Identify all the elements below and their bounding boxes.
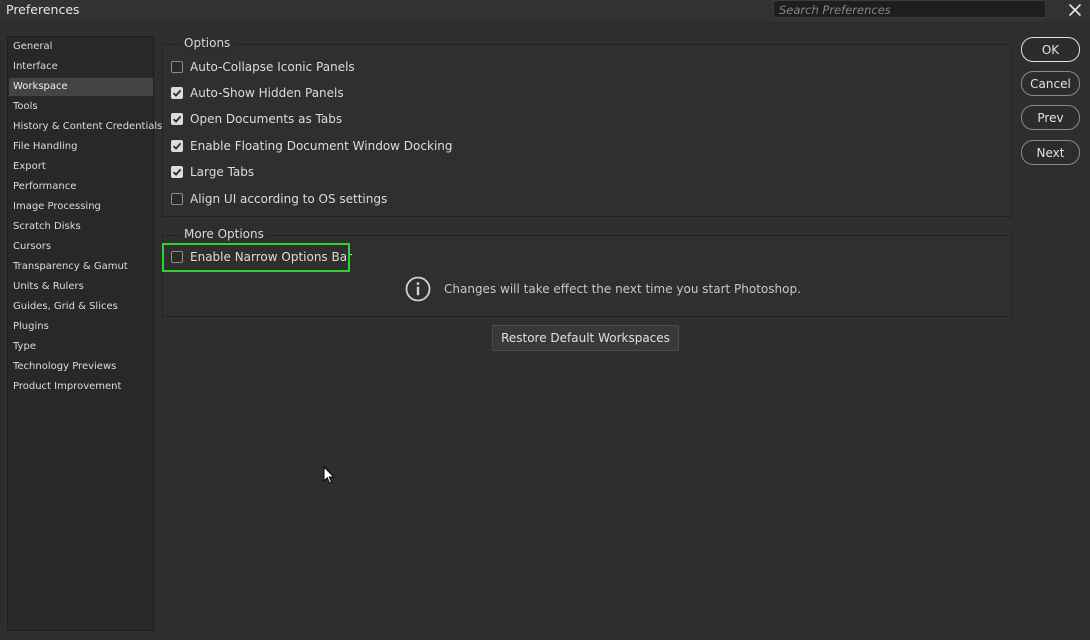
option-label: Large Tabs bbox=[190, 165, 255, 179]
sidebar-item-performance[interactable]: Performance bbox=[9, 178, 153, 196]
sidebar-item-type[interactable]: Type bbox=[9, 338, 153, 356]
sidebar-item-tools[interactable]: Tools bbox=[9, 98, 153, 116]
sidebar-item-product-improvement[interactable]: Product Improvement bbox=[9, 378, 153, 396]
enable-floating-document-window-docking-checkbox[interactable] bbox=[171, 140, 183, 152]
large-tabs-checkbox[interactable] bbox=[171, 166, 183, 178]
option-label: Auto-Collapse Iconic Panels bbox=[190, 60, 355, 74]
align-ui-os-settings-option[interactable]: Align UI according to OS settings bbox=[171, 190, 387, 208]
enable-floating-document-window-docking-option[interactable]: Enable Floating Document Window Docking bbox=[171, 137, 453, 155]
checkmark-icon bbox=[172, 115, 182, 123]
restore-default-workspaces-button[interactable]: Restore Default Workspaces bbox=[492, 325, 679, 351]
option-label: Align UI according to OS settings bbox=[190, 192, 388, 206]
sidebar-item-units-rulers[interactable]: Units & Rulers bbox=[9, 278, 153, 296]
title-bar: Preferences bbox=[0, 0, 1090, 22]
sidebar-item-interface[interactable]: Interface bbox=[9, 58, 153, 76]
auto-show-hidden-panels-option[interactable]: Auto-Show Hidden Panels bbox=[171, 84, 344, 102]
sidebar-item-export[interactable]: Export bbox=[9, 158, 153, 176]
sidebar-item-history-content-credentials[interactable]: History & Content Credentials bbox=[9, 118, 162, 136]
sidebar-item-general[interactable]: General bbox=[9, 38, 153, 56]
sidebar-item-guides-grid-slices[interactable]: Guides, Grid & Slices bbox=[9, 298, 153, 316]
restart-notice: Changes will take effect the next time y… bbox=[405, 276, 801, 302]
info-text: Changes will take effect the next time y… bbox=[444, 282, 801, 296]
sidebar-item-image-processing[interactable]: Image Processing bbox=[9, 198, 153, 216]
cancel-button[interactable]: Cancel bbox=[1021, 71, 1080, 96]
next-button[interactable]: Next bbox=[1021, 140, 1080, 165]
auto-collapse-iconic-panels-checkbox[interactable] bbox=[171, 61, 183, 73]
highlight-box bbox=[162, 243, 350, 272]
sidebar-item-technology-previews[interactable]: Technology Previews bbox=[9, 358, 153, 376]
search-preferences-input[interactable] bbox=[773, 0, 1046, 18]
open-documents-as-tabs-option[interactable]: Open Documents as Tabs bbox=[171, 110, 342, 128]
large-tabs-option[interactable]: Large Tabs bbox=[171, 163, 254, 181]
info-icon bbox=[405, 276, 431, 302]
options-group-title: Options bbox=[181, 36, 234, 50]
open-documents-as-tabs-checkbox[interactable] bbox=[171, 113, 183, 125]
preferences-sidebar: General Interface Workspace Tools Histor… bbox=[7, 36, 162, 631]
align-ui-os-settings-checkbox[interactable] bbox=[171, 193, 183, 205]
prev-button[interactable]: Prev bbox=[1021, 105, 1080, 130]
ok-button[interactable]: OK bbox=[1021, 37, 1080, 62]
option-label: Auto-Show Hidden Panels bbox=[190, 86, 344, 100]
mouse-pointer-icon bbox=[323, 466, 335, 484]
option-label: Enable Floating Document Window Docking bbox=[190, 139, 453, 153]
close-icon[interactable] bbox=[1064, 0, 1086, 20]
option-label: Open Documents as Tabs bbox=[190, 112, 343, 126]
sidebar-item-scratch-disks[interactable]: Scratch Disks bbox=[9, 218, 153, 236]
more-options-group-title: More Options bbox=[181, 227, 267, 241]
sidebar-item-transparency-gamut[interactable]: Transparency & Gamut bbox=[9, 258, 153, 276]
checkmark-icon bbox=[172, 168, 182, 176]
auto-show-hidden-panels-checkbox[interactable] bbox=[171, 87, 183, 99]
checkmark-icon bbox=[172, 89, 182, 97]
window-title: Preferences bbox=[6, 2, 80, 17]
auto-collapse-iconic-panels-option[interactable]: Auto-Collapse Iconic Panels bbox=[171, 58, 355, 76]
sidebar-item-file-handling[interactable]: File Handling bbox=[9, 138, 153, 156]
sidebar-item-plugins[interactable]: Plugins bbox=[9, 318, 153, 336]
sidebar-item-workspace[interactable]: Workspace bbox=[9, 78, 153, 96]
checkmark-icon bbox=[172, 142, 182, 150]
sidebar-item-cursors[interactable]: Cursors bbox=[9, 238, 153, 256]
